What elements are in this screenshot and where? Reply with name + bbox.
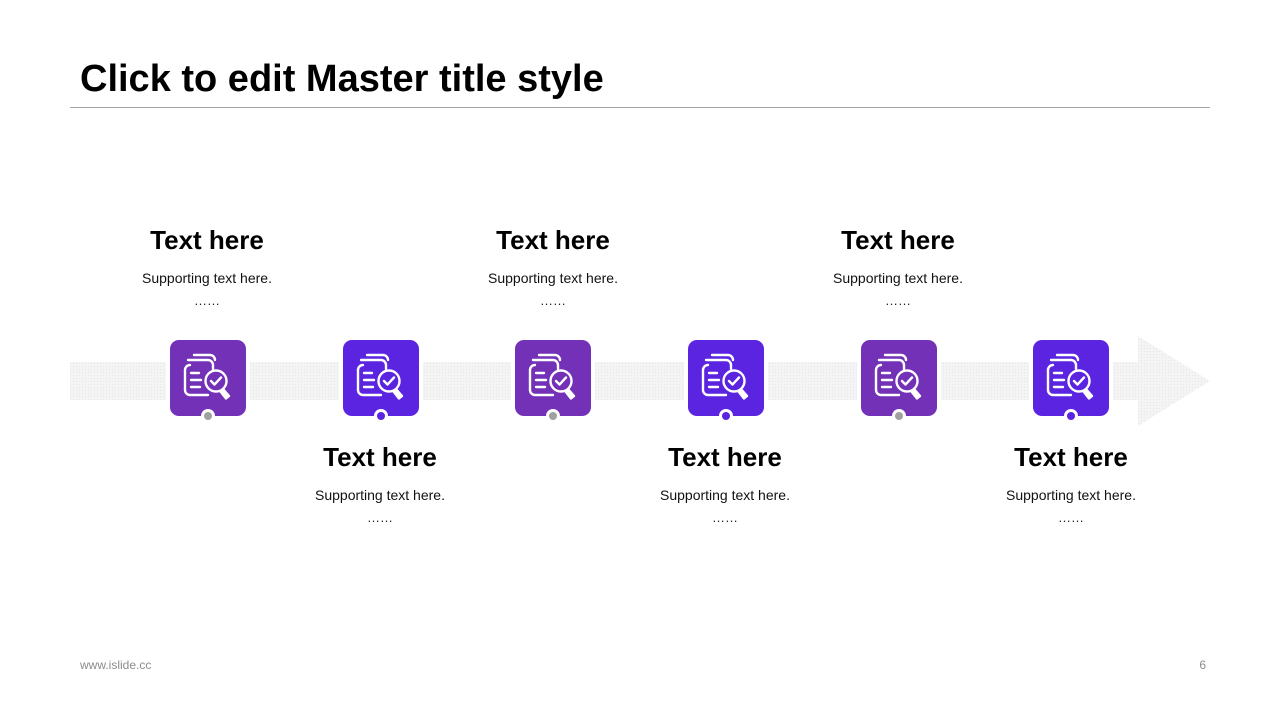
step-marker-dot (546, 409, 560, 423)
step-supporting-text: Supporting text here. (660, 487, 790, 503)
step-6-label[interactable]: Text here Supporting text here. …… (961, 442, 1181, 526)
title-divider (70, 107, 1210, 108)
document-search-check-icon (701, 353, 749, 400)
step-tile (861, 340, 937, 416)
step-tile (688, 340, 764, 416)
step-heading: Text here (496, 225, 610, 255)
step-heading: Text here (323, 442, 437, 472)
step-6-tile[interactable] (1033, 340, 1109, 423)
step-4-label[interactable]: Text here Supporting text here. …… (615, 442, 835, 526)
step-marker-dot (201, 409, 215, 423)
page-number: 6 (1199, 658, 1206, 672)
step-ellipsis: …… (1058, 510, 1084, 525)
step-1-tile[interactable] (170, 340, 246, 423)
step-ellipsis: …… (540, 293, 566, 308)
step-tile (343, 340, 419, 416)
step-tile (1033, 340, 1109, 416)
step-supporting-text: Supporting text here. (315, 487, 445, 503)
step-marker-dot (719, 409, 733, 423)
step-marker-dot (1064, 409, 1078, 423)
footer-website: www.islide.cc (80, 658, 152, 672)
document-search-check-icon (183, 353, 231, 400)
document-search-check-icon (874, 353, 922, 400)
step-marker-dot (374, 409, 388, 423)
step-heading: Text here (841, 225, 955, 255)
step-5-tile[interactable] (861, 340, 937, 423)
step-ellipsis: …… (712, 510, 738, 525)
step-supporting-text: Supporting text here. (1006, 487, 1136, 503)
document-search-check-icon (528, 353, 576, 400)
step-2-label[interactable]: Text here Supporting text here. …… (270, 442, 490, 526)
step-supporting-text: Supporting text here. (488, 270, 618, 286)
step-3-label[interactable]: Text here Supporting text here. …… (443, 225, 663, 309)
step-ellipsis: …… (367, 510, 393, 525)
step-5-label[interactable]: Text here Supporting text here. …… (788, 225, 1008, 309)
step-4-tile[interactable] (688, 340, 764, 423)
step-2-tile[interactable] (343, 340, 419, 423)
step-1-label[interactable]: Text here Supporting text here. …… (97, 225, 317, 309)
step-heading: Text here (1014, 442, 1128, 472)
document-search-check-icon (356, 353, 404, 400)
step-tile (515, 340, 591, 416)
step-heading: Text here (150, 225, 264, 255)
step-ellipsis: …… (194, 293, 220, 308)
document-search-check-icon (1046, 353, 1094, 400)
step-ellipsis: …… (885, 293, 911, 308)
step-heading: Text here (668, 442, 782, 472)
step-supporting-text: Supporting text here. (142, 270, 272, 286)
step-tile (170, 340, 246, 416)
step-supporting-text: Supporting text here. (833, 270, 963, 286)
step-3-tile[interactable] (515, 340, 591, 423)
step-marker-dot (892, 409, 906, 423)
slide-title[interactable]: Click to edit Master title style (80, 58, 604, 101)
